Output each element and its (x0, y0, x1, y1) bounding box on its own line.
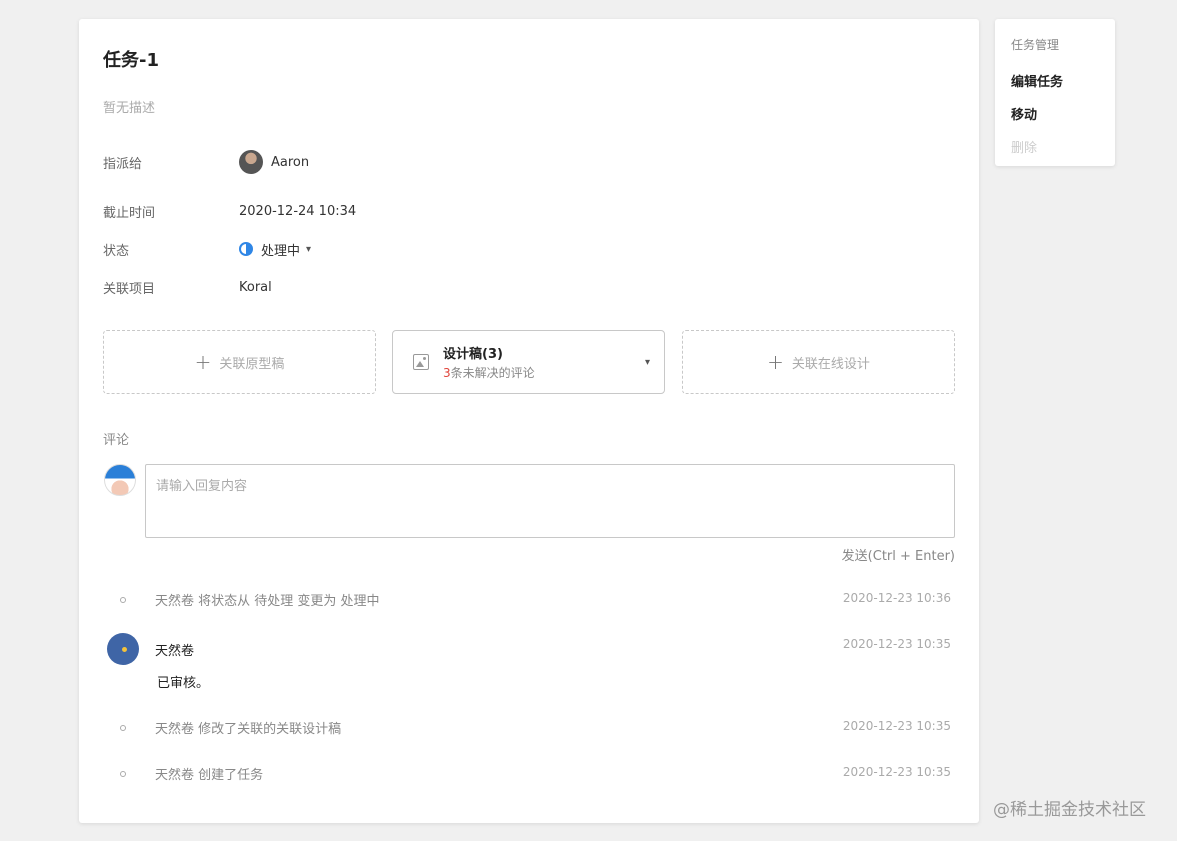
plus-icon: + (767, 350, 784, 374)
status-dropdown[interactable]: 处理中 ▾ (239, 240, 311, 259)
assignee-label: 指派给 (103, 156, 143, 172)
link-online-design-label: 关联在线设计 (791, 356, 870, 372)
link-online-design-button[interactable]: + 关联在线设计 (682, 330, 955, 394)
commenter-avatar (107, 633, 139, 665)
design-draft-text: 设计稿(3) 3条未解决的评论 (443, 343, 645, 381)
send-button[interactable]: 发送(Ctrl + Enter) (842, 545, 955, 564)
chevron-down-icon: ▾ (306, 243, 312, 255)
status-label: 状态 (103, 243, 130, 259)
move-task-button[interactable]: 移动 (1011, 104, 1099, 123)
activity-time: 2020-12-23 10:35 (842, 765, 951, 779)
activity-text: 天然卷 创建了任务 (155, 768, 264, 783)
design-draft-subtitle: 3条未解决的评论 (443, 364, 645, 381)
delete-task-button: 删除 (1011, 141, 1038, 156)
design-draft-title: 设计稿(3) (443, 347, 503, 362)
deadline-label: 截止时间 (103, 205, 156, 221)
activity-time: 2020-12-23 10:36 (842, 591, 951, 605)
current-user-avatar (104, 464, 136, 496)
task-management-menu: 任务管理 编辑任务 移动 删除 (995, 19, 1115, 166)
project-row: 关联项目 Koral (103, 275, 272, 299)
comments-heading: 评论 (103, 433, 130, 448)
watermark: @稀土掘金技术社区 (993, 800, 1146, 820)
link-prototype-label: 关联原型稿 (219, 356, 285, 372)
activity-text: 天然卷 将状态从 待处理 变更为 处理中 (155, 594, 380, 609)
menu-heading: 任务管理 (1011, 38, 1060, 52)
status-value: 处理中 (261, 243, 301, 259)
plus-icon: + (194, 350, 212, 374)
task-detail-card: 任务-1 暂无描述 指派给 Aaron 截止时间 2020-12-24 10:3… (79, 19, 979, 823)
timeline-dot-icon (120, 725, 126, 731)
image-icon (413, 354, 429, 370)
assignee-name: Aaron (271, 154, 310, 170)
chevron-down-icon: ▾ (644, 356, 650, 368)
comment-content: 已审核。 (157, 676, 210, 691)
comment-author: 天然卷 (155, 644, 195, 659)
status-row: 状态 处理中 ▾ (103, 237, 311, 261)
reply-input[interactable] (145, 464, 955, 538)
unresolved-text: 条未解决的评论 (450, 366, 535, 380)
half-circle-icon (239, 242, 253, 256)
link-prototype-button[interactable]: + 关联原型稿 (103, 330, 376, 394)
project-link[interactable]: Koral (239, 280, 272, 295)
assignee-value[interactable]: Aaron (239, 150, 309, 174)
assignee-row: 指派给 Aaron (103, 150, 309, 174)
deadline-row: 截止时间 2020-12-24 10:34 (103, 199, 356, 223)
assignee-avatar (239, 150, 263, 174)
edit-task-button[interactable]: 编辑任务 (1011, 71, 1099, 90)
task-description[interactable]: 暂无描述 (103, 97, 155, 116)
activity-time: 2020-12-23 10:35 (842, 719, 951, 733)
design-draft-dropdown[interactable]: 设计稿(3) 3条未解决的评论 ▾ (392, 330, 665, 394)
activity-text: 天然卷 修改了关联的关联设计稿 (155, 722, 342, 737)
unresolved-count: 3 (443, 366, 451, 380)
project-label: 关联项目 (103, 281, 156, 297)
comment-time: 2020-12-23 10:35 (842, 637, 951, 651)
deadline-value[interactable]: 2020-12-24 10:34 (239, 204, 356, 219)
timeline-dot-icon (120, 771, 126, 777)
task-title: 任务-1 (103, 50, 159, 71)
timeline-dot-icon (120, 597, 126, 603)
